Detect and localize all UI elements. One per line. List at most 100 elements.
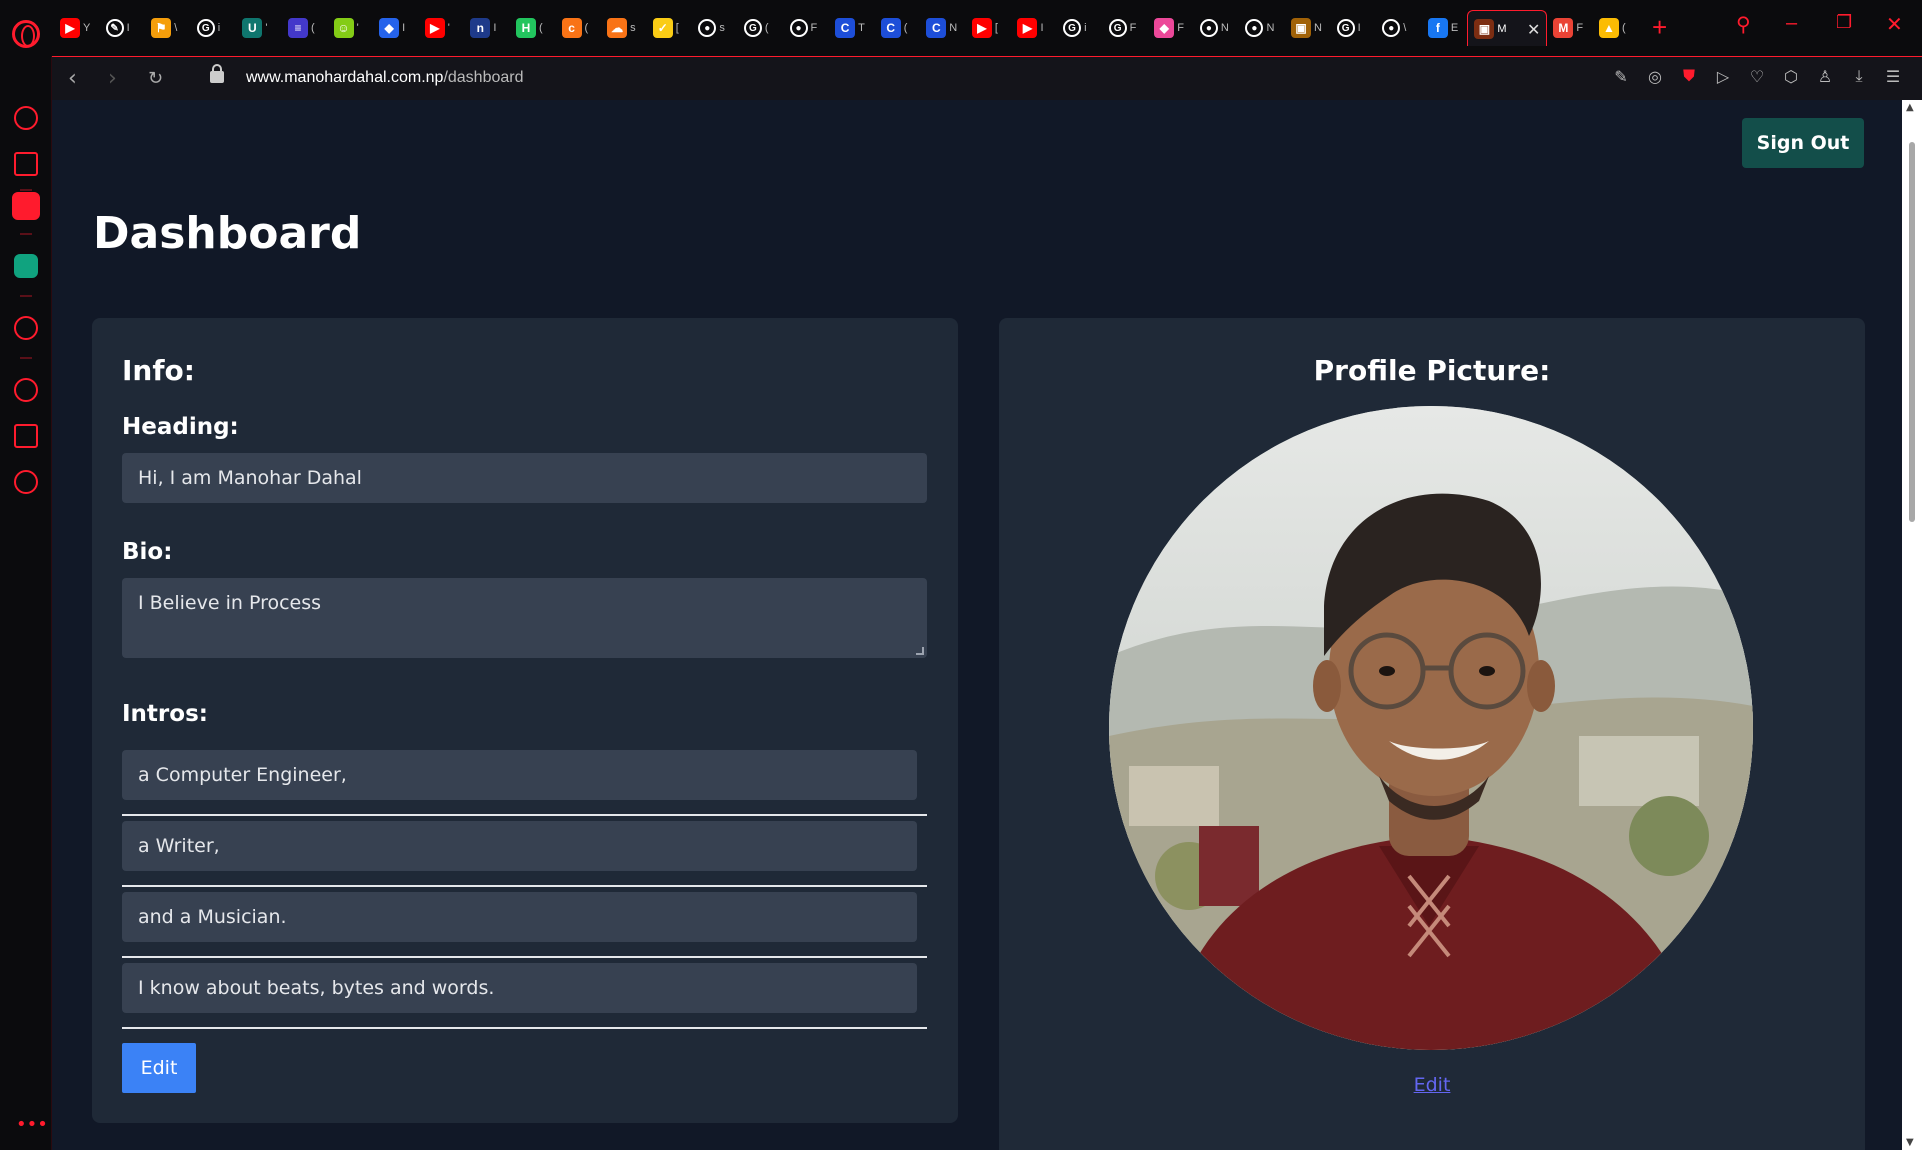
player-icon[interactable] xyxy=(14,316,38,340)
home-icon[interactable] xyxy=(12,192,40,220)
browser-tab[interactable]: ▣ N xyxy=(1285,10,1331,46)
scroll-up-arrow-icon[interactable]: ▲ xyxy=(1906,102,1914,113)
camera-icon[interactable]: ◎ xyxy=(1646,67,1664,86)
intro-item: a Writer, xyxy=(122,821,927,887)
browser-tab[interactable]: CN xyxy=(920,10,966,46)
tab-favicon-icon: G xyxy=(196,19,215,37)
browser-tab[interactable]: ▶ Y xyxy=(54,10,100,46)
tab-close-icon[interactable]: ✕ xyxy=(1527,20,1540,39)
easy-setup-icon[interactable]: ☰ xyxy=(1884,67,1902,86)
browser-tab[interactable]: G( xyxy=(738,10,784,46)
tab-favicon-icon: H xyxy=(515,18,536,38)
browser-tab[interactable]: ⚑ \ xyxy=(145,10,191,46)
speed-dial-icon[interactable] xyxy=(14,106,38,130)
browser-tab[interactable]: ▶[ xyxy=(966,10,1012,46)
tab-title: s xyxy=(719,22,725,34)
extensions-cube-icon[interactable]: ⬡ xyxy=(1782,67,1800,86)
browser-tab[interactable]: c( xyxy=(556,10,602,46)
browser-tab[interactable]: fE xyxy=(1422,10,1468,46)
scroll-thumb[interactable] xyxy=(1909,142,1915,522)
bio-text: I Believe in Process xyxy=(138,592,322,614)
browser-tab[interactable]: U ' xyxy=(236,10,282,46)
edit-info-button[interactable]: Edit xyxy=(122,1043,196,1093)
browser-tab[interactable]: ✎ I xyxy=(100,10,146,46)
tab-favicon-icon: C xyxy=(880,18,901,38)
sidebar-divider xyxy=(20,189,32,191)
adblock-shield-icon[interactable]: ⛊ xyxy=(1680,66,1698,85)
url-field[interactable]: www.manohardahal.com.np/dashboard xyxy=(246,69,524,87)
browser-tab[interactable]: ≡( xyxy=(282,10,328,46)
tab-title: \ xyxy=(174,22,178,34)
browser-tab[interactable]: MF xyxy=(1547,10,1593,46)
browser-tab[interactable]: ◆ F xyxy=(1148,10,1194,46)
browser-tab[interactable]: ● \ xyxy=(1376,10,1422,46)
tab-title: I xyxy=(1357,22,1361,34)
shopping-bag-icon[interactable] xyxy=(14,152,38,176)
tab-favicon-icon: ● xyxy=(1245,19,1264,37)
browser-tab[interactable]: ▲( xyxy=(1593,10,1639,46)
tab-favicon-icon: ▶ xyxy=(424,18,445,38)
browser-tab[interactable]: ▶ ' xyxy=(419,10,465,46)
browser-tab[interactable]: GF xyxy=(1103,10,1149,46)
browser-tab[interactable]: H( xyxy=(510,10,556,46)
browser-tab[interactable]: C( xyxy=(875,10,921,46)
back-icon[interactable]: ‹ xyxy=(68,66,77,91)
browser-tab[interactable]: GI xyxy=(1331,10,1377,46)
more-dots-icon[interactable]: ••• xyxy=(16,1114,48,1135)
address-bar: ‹ › ↻ www.manohardahal.com.np/dashboard … xyxy=(52,56,1922,100)
tab-favicon-icon: n xyxy=(470,18,491,38)
reload-icon[interactable]: ↻ xyxy=(148,68,163,89)
sidebar-divider xyxy=(20,295,32,297)
intro-input[interactable]: and a Musician. xyxy=(122,892,917,942)
tab-favicon-icon: ● xyxy=(789,19,808,37)
browser-tab[interactable]: ● F xyxy=(784,10,830,46)
edit-page-icon[interactable]: ✎ xyxy=(1612,67,1630,86)
browser-tab-active[interactable]: ▣ M ✕ xyxy=(1467,10,1548,46)
page-title: Dashboard xyxy=(93,208,362,259)
opera-logo-icon[interactable] xyxy=(12,20,40,48)
restore-icon[interactable]: ❐ xyxy=(1836,12,1852,33)
browser-tab[interactable]: ● N xyxy=(1239,10,1285,46)
account-icon[interactable]: ♙ xyxy=(1816,67,1834,86)
new-tab-plus-icon[interactable]: + xyxy=(1652,12,1667,43)
browser-tab[interactable]: ☁ s xyxy=(601,10,647,46)
textarea-resize-handle[interactable] xyxy=(916,647,924,655)
edit-picture-link[interactable]: Edit xyxy=(999,1074,1865,1096)
browser-tab[interactable]: ◆ I xyxy=(373,10,419,46)
heart-icon[interactable]: ♡ xyxy=(1748,67,1766,86)
browser-tab[interactable]: nI xyxy=(464,10,510,46)
intro-input[interactable]: a Computer Engineer, xyxy=(122,750,917,800)
settings-gear-icon[interactable] xyxy=(14,470,38,494)
browser-tab[interactable]: ● N xyxy=(1194,10,1240,46)
search-tabs-icon[interactable]: ⚲ xyxy=(1736,12,1751,37)
download-icon[interactable]: ⤓ xyxy=(1850,66,1868,85)
extensions-icon[interactable] xyxy=(14,424,38,448)
history-clock-icon[interactable] xyxy=(14,378,38,402)
scroll-down-arrow-icon[interactable]: ▼ xyxy=(1906,1137,1914,1148)
tab-favicon-icon: ≡ xyxy=(287,18,308,38)
close-window-icon[interactable]: ✕ xyxy=(1886,12,1903,37)
tab-title: F xyxy=(810,22,818,34)
browser-tab[interactable]: CT xyxy=(829,10,875,46)
info-card: Info: Heading: Hi, I am Manohar Dahal Bi… xyxy=(92,318,958,1123)
browser-tab[interactable]: Gi xyxy=(1057,10,1103,46)
intro-input[interactable]: a Writer, xyxy=(122,821,917,871)
heading-input[interactable]: Hi, I am Manohar Dahal xyxy=(122,453,927,503)
browser-tab[interactable]: ✓[ xyxy=(647,10,693,46)
page-scrollbar[interactable]: ▲ ▼ xyxy=(1902,100,1922,1150)
intro-input[interactable]: I know about beats, bytes and words. xyxy=(122,963,917,1013)
tab-favicon-icon: G xyxy=(1063,19,1082,37)
profile-picture-photo xyxy=(1109,406,1753,1050)
browser-tab[interactable]: ▶ I xyxy=(1011,10,1057,46)
minimize-icon[interactable]: – xyxy=(1786,12,1797,35)
send-icon[interactable]: ▷ xyxy=(1714,67,1732,86)
forward-icon[interactable]: › xyxy=(108,66,117,91)
chatgpt-icon[interactable] xyxy=(14,254,38,278)
intro-item: and a Musician. xyxy=(122,892,927,958)
sign-out-button[interactable]: Sign Out xyxy=(1742,118,1864,168)
browser-tab[interactable]: ● s xyxy=(692,10,738,46)
lock-icon[interactable] xyxy=(210,64,224,83)
browser-tab[interactable]: Gi xyxy=(191,10,237,46)
browser-tab[interactable]: ☺ ' xyxy=(328,10,374,46)
bio-textarea[interactable]: I Believe in Process xyxy=(122,578,927,658)
